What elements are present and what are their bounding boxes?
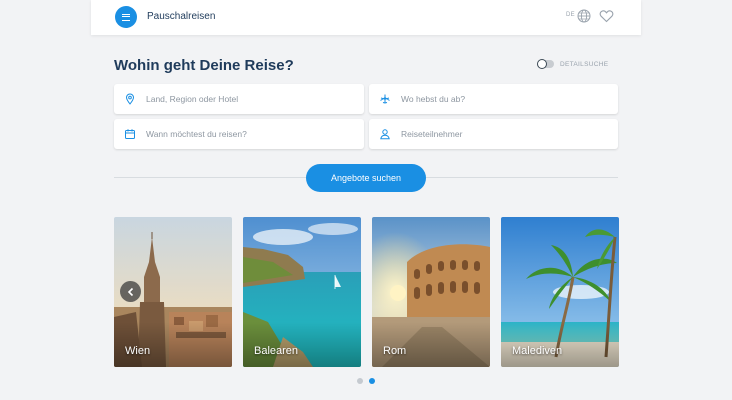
divider-left bbox=[114, 177, 306, 178]
destination-label: Balearen bbox=[254, 345, 299, 357]
toggle-switch[interactable] bbox=[537, 59, 554, 69]
carousel-pagination bbox=[357, 378, 375, 384]
travellers-field[interactable] bbox=[369, 119, 618, 149]
carousel-dot-2[interactable] bbox=[369, 378, 375, 384]
travellers-icon bbox=[380, 129, 390, 140]
globe-icon[interactable] bbox=[577, 9, 591, 23]
departure-field[interactable] bbox=[369, 84, 618, 114]
destination-input[interactable] bbox=[146, 94, 336, 104]
toggle-knob bbox=[537, 59, 547, 69]
destination-label: Wien bbox=[125, 345, 151, 357]
detail-search-label: DETAILSUCHE bbox=[560, 60, 609, 68]
dates-input[interactable] bbox=[146, 129, 336, 139]
travellers-input[interactable] bbox=[401, 129, 591, 139]
detail-search-toggle[interactable]: DETAILSUCHE bbox=[537, 59, 609, 69]
brand-title: Pauschalreisen bbox=[147, 11, 216, 22]
page-title: Wohin geht Deine Reise? bbox=[114, 57, 294, 74]
language-code[interactable]: DE bbox=[566, 12, 575, 18]
search-offers-button[interactable]: Angebote suchen bbox=[306, 164, 426, 192]
top-bar: Pauschalreisen DE bbox=[91, 0, 641, 35]
calendar-icon bbox=[125, 129, 135, 139]
menu-button[interactable] bbox=[115, 6, 137, 28]
carousel-dot-1[interactable] bbox=[357, 378, 363, 384]
carousel-prev-button[interactable] bbox=[120, 281, 141, 302]
destination-label: Malediven bbox=[512, 345, 563, 357]
menu-icon bbox=[122, 13, 130, 21]
departure-input[interactable] bbox=[401, 94, 591, 104]
destination-card-rom[interactable]: Rom bbox=[372, 217, 490, 367]
location-pin-icon bbox=[125, 93, 135, 105]
airplane-icon bbox=[380, 94, 390, 104]
destination-label: Rom bbox=[383, 345, 407, 357]
divider-right bbox=[426, 177, 618, 178]
heart-icon[interactable] bbox=[599, 9, 614, 23]
chevron-left-icon bbox=[127, 287, 133, 296]
destination-field[interactable] bbox=[114, 84, 364, 114]
destination-card-balearen[interactable]: Balearen bbox=[243, 217, 361, 367]
dates-field[interactable] bbox=[114, 119, 364, 149]
destination-card-malediven[interactable]: Malediven bbox=[501, 217, 619, 367]
